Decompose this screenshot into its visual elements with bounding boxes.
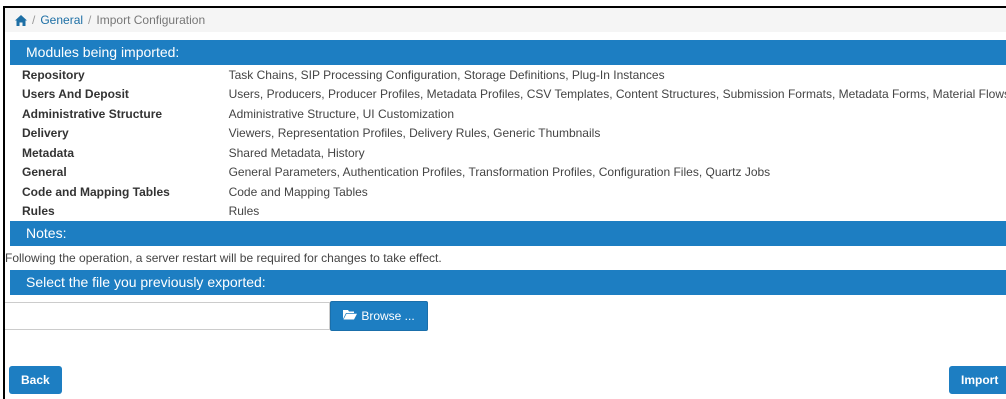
browse-button-label: Browse ... bbox=[361, 309, 415, 323]
notes-text: Following the operation, a server restar… bbox=[5, 251, 442, 265]
folder-open-icon bbox=[343, 309, 358, 323]
table-row: Code and Mapping Tables Code and Mapping … bbox=[10, 182, 1006, 202]
module-items: Viewers, Representation Profiles, Delive… bbox=[228, 126, 601, 141]
table-row: Administrative Structure Administrative S… bbox=[10, 104, 1006, 124]
module-name: Users And Deposit bbox=[22, 87, 129, 102]
module-name: Code and Mapping Tables bbox=[22, 184, 170, 199]
module-name: Administrative Structure bbox=[22, 106, 163, 121]
module-items: Rules bbox=[228, 204, 260, 219]
breadcrumb-separator: / bbox=[32, 13, 36, 27]
browse-button[interactable]: Browse ... bbox=[330, 301, 428, 331]
breadcrumb-separator: / bbox=[88, 13, 92, 27]
module-items: Task Chains, SIP Processing Configuratio… bbox=[228, 67, 665, 82]
table-row: Rules Rules bbox=[10, 202, 1006, 222]
file-section-header: Select the file you previously exported: bbox=[10, 270, 1006, 295]
module-items: Code and Mapping Tables bbox=[228, 184, 368, 199]
module-name: General bbox=[22, 165, 67, 180]
modules-section-header: Modules being imported: bbox=[10, 40, 1006, 65]
module-items: Shared Metadata, History bbox=[228, 145, 365, 160]
home-icon[interactable] bbox=[15, 14, 27, 26]
table-row: Users And Deposit Users, Producers, Produ… bbox=[10, 85, 1006, 105]
breadcrumb-general-link[interactable]: General bbox=[40, 13, 83, 27]
module-name: Rules bbox=[22, 204, 55, 219]
module-items: General Parameters, Authentication Profi… bbox=[228, 165, 771, 180]
back-button[interactable]: Back bbox=[9, 366, 62, 394]
modules-table: Repository Task Chains, SIP Processing Co… bbox=[10, 65, 1006, 221]
module-items: Administrative Structure, UI Customizati… bbox=[228, 106, 455, 121]
table-row: Metadata Shared Metadata, History bbox=[10, 143, 1006, 163]
module-items: Users, Producers, Producer Profiles, Met… bbox=[228, 87, 1006, 102]
table-row: General General Parameters, Authenticatio… bbox=[10, 163, 1006, 183]
module-name: Metadata bbox=[22, 145, 75, 160]
import-button[interactable]: Import bbox=[949, 366, 1006, 394]
notes-section-header: Notes: bbox=[10, 221, 1006, 246]
breadcrumb: / General / Import Configuration bbox=[5, 8, 1006, 32]
table-row: Delivery Viewers, Representation Profiles… bbox=[10, 124, 1006, 144]
main-frame: / General / Import Configuration Modules… bbox=[3, 6, 1006, 399]
file-select-row: Browse ... bbox=[5, 301, 1006, 331]
module-name: Repository bbox=[22, 67, 85, 82]
breadcrumb-current: Import Configuration bbox=[96, 13, 206, 27]
file-path-input[interactable] bbox=[5, 302, 330, 330]
module-name: Delivery bbox=[22, 126, 69, 141]
table-row: Repository Task Chains, SIP Processing Co… bbox=[10, 65, 1006, 85]
